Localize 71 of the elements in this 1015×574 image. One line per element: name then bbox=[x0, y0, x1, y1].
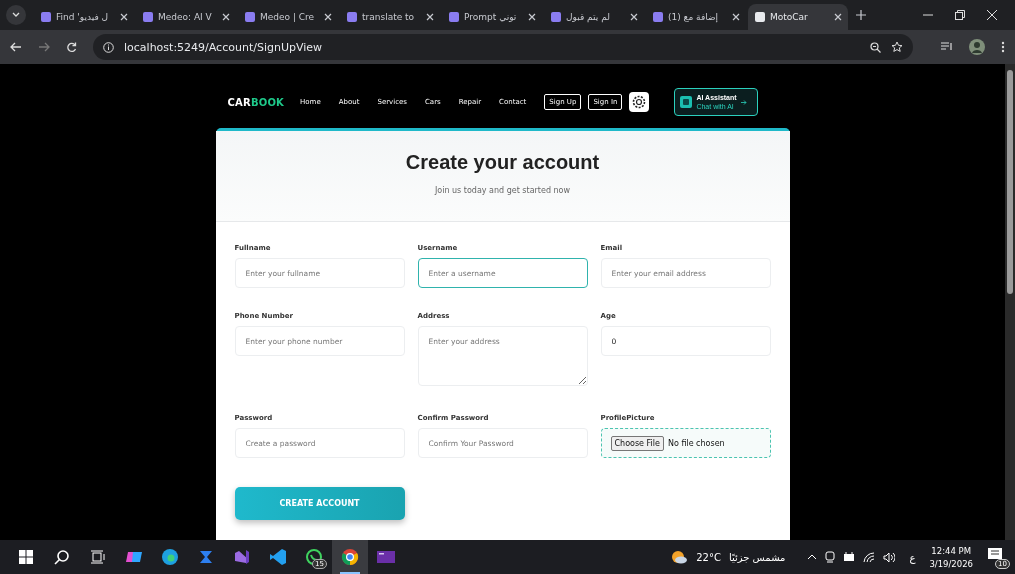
favicon-icon bbox=[244, 11, 256, 23]
favicon-icon bbox=[550, 11, 562, 23]
form-subtitle: Join us today and get started now bbox=[434, 186, 571, 195]
new-tab-icon[interactable] bbox=[856, 10, 866, 20]
task-view-icon[interactable] bbox=[91, 550, 105, 564]
chrome-icon[interactable] bbox=[341, 548, 359, 566]
clock-time: 12:44 PM bbox=[931, 545, 972, 556]
favicon-icon bbox=[40, 11, 52, 23]
settings-button[interactable] bbox=[629, 92, 650, 112]
browser-tab[interactable]: Medeo | Cre bbox=[238, 4, 338, 30]
favicon-icon bbox=[448, 11, 460, 23]
chat-icon[interactable] bbox=[305, 548, 323, 566]
close-icon[interactable] bbox=[630, 13, 638, 21]
reload-icon[interactable] bbox=[66, 41, 77, 53]
close-icon[interactable] bbox=[426, 13, 434, 21]
logo[interactable]: CARBOOK bbox=[227, 96, 285, 108]
code-editor-icon[interactable] bbox=[269, 548, 287, 566]
back-icon[interactable] bbox=[10, 42, 22, 52]
restore-icon[interactable] bbox=[955, 10, 965, 20]
close-icon[interactable] bbox=[528, 13, 536, 21]
volume-icon[interactable] bbox=[883, 551, 896, 563]
browser-icon[interactable] bbox=[161, 548, 179, 566]
search-icon[interactable] bbox=[54, 549, 70, 565]
language-indicator[interactable]: ع bbox=[909, 551, 916, 563]
address-bar[interactable]: localhost:5249/Account/SignUpView bbox=[93, 34, 913, 60]
favicon-icon bbox=[346, 11, 358, 23]
info-icon[interactable] bbox=[103, 41, 114, 53]
browser-tab[interactable]: translate to bbox=[340, 4, 440, 30]
chevron-up-icon[interactable] bbox=[807, 554, 818, 560]
close-icon[interactable] bbox=[732, 13, 740, 21]
form-title: Create your account bbox=[405, 151, 600, 174]
app-icon[interactable] bbox=[197, 548, 215, 566]
favicon-icon bbox=[754, 11, 766, 23]
menu-icon[interactable] bbox=[1001, 41, 1005, 53]
temperature: 22°C bbox=[696, 551, 721, 563]
close-icon[interactable] bbox=[120, 13, 128, 21]
gear-icon bbox=[632, 95, 647, 109]
scrollbar-thumb[interactable] bbox=[1007, 70, 1013, 294]
close-icon[interactable] bbox=[834, 13, 842, 21]
close-icon[interactable] bbox=[222, 13, 230, 21]
browser-tab[interactable]: لم يتم قبول bbox=[544, 4, 644, 30]
file-input[interactable]: Choose File No file chosen bbox=[600, 428, 771, 458]
star-icon[interactable] bbox=[891, 41, 903, 53]
favicon-icon bbox=[652, 11, 664, 23]
forward-icon[interactable] bbox=[38, 42, 50, 52]
close-icon[interactable] bbox=[324, 13, 332, 21]
browser-tab[interactable]: MotoCar bbox=[748, 4, 848, 30]
app-icon[interactable] bbox=[233, 548, 251, 566]
close-icon[interactable] bbox=[987, 10, 997, 20]
media-icon[interactable] bbox=[941, 42, 953, 52]
choose-file-button[interactable]: Choose File bbox=[610, 435, 664, 451]
weather-condition: مشمس جزئيًا bbox=[728, 551, 786, 563]
browser-tab[interactable]: Prompt توني bbox=[442, 4, 542, 30]
zoom-icon[interactable] bbox=[870, 41, 881, 53]
terminal-icon[interactable] bbox=[376, 549, 396, 565]
favicon-icon bbox=[142, 11, 154, 23]
browser-tab[interactable]: (1) إضافة مع bbox=[646, 4, 746, 30]
weather-icon bbox=[670, 549, 689, 565]
clock-date: 3/19/2026 bbox=[929, 558, 973, 569]
tab-search-button[interactable] bbox=[6, 5, 26, 25]
browser-tab[interactable]: Find 'ل فيديو bbox=[34, 4, 134, 30]
chevron-down-icon bbox=[12, 12, 20, 18]
avatar-icon[interactable] bbox=[969, 39, 985, 55]
battery-icon[interactable] bbox=[843, 552, 856, 562]
windows-start-icon[interactable] bbox=[19, 550, 33, 564]
file-status: No file chosen bbox=[667, 438, 725, 448]
robot-icon bbox=[680, 96, 693, 108]
arrow-icon bbox=[740, 99, 747, 105]
wifi-icon[interactable] bbox=[863, 551, 876, 563]
url-text: localhost:5249/Account/SignUpView bbox=[124, 40, 324, 54]
browser-tab[interactable]: Medeo: AI V bbox=[136, 4, 236, 30]
